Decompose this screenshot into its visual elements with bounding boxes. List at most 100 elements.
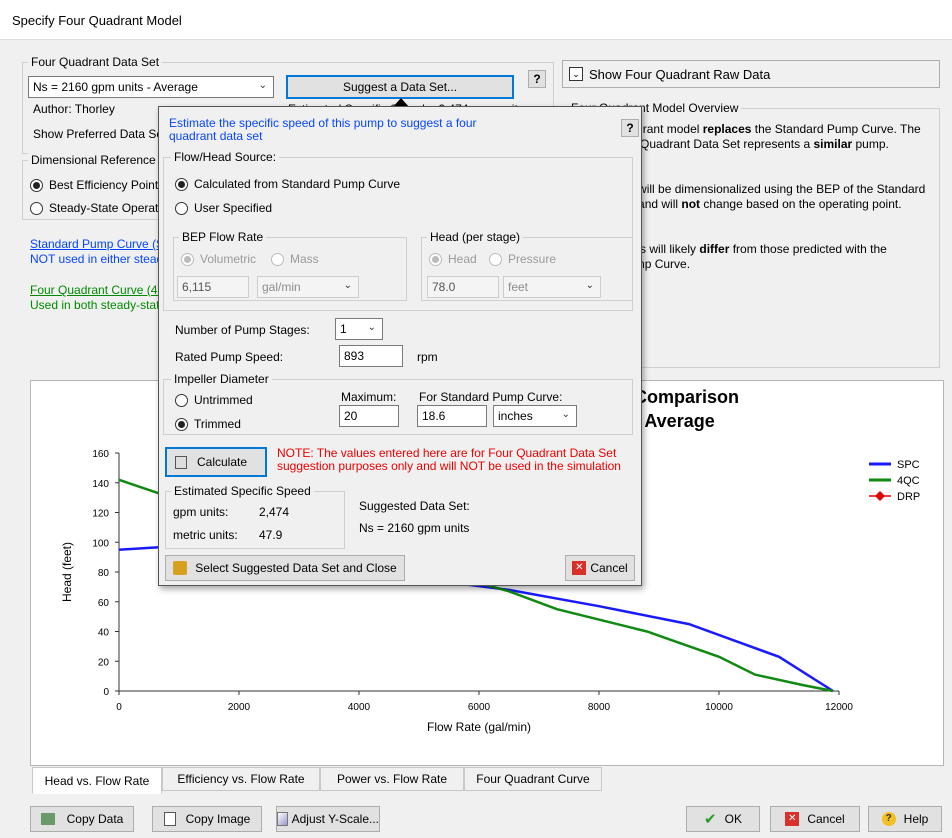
x-tick-label: 0 <box>116 702 122 713</box>
x-tick-label: 6000 <box>468 702 491 713</box>
ok-button[interactable]: ✔ OK <box>686 806 760 832</box>
speed-label: Rated Pump Speed: <box>175 350 284 364</box>
close-icon: ✕ <box>572 561 587 575</box>
y-tick-label: 60 <box>98 598 110 609</box>
max-diameter-input[interactable]: 20 <box>339 405 399 427</box>
ok-label: OK <box>724 812 742 826</box>
data-set-select-value: Ns = 2160 gpm units - Average <box>33 80 198 94</box>
suggest-data-set-dialog: Estimate the specific speed of this pump… <box>158 106 642 586</box>
window-title: Specify Four Quadrant Model <box>12 13 182 28</box>
stages-value: 1 <box>340 322 347 336</box>
speed-input[interactable]: 893 <box>339 345 403 367</box>
overview-bold: not <box>681 197 701 211</box>
tab-four-quadrant[interactable]: Four Quadrant Curve <box>464 767 602 791</box>
help-icon: ? <box>881 812 896 826</box>
y-tick-label: 20 <box>98 657 110 668</box>
adjust-y-scale-label: Adjust Y-Scale... <box>291 812 379 826</box>
volumetric-radio[interactable]: Volumetric <box>181 252 256 266</box>
head-input[interactable]: 78.0 <box>427 276 499 298</box>
trimmed-radio[interactable]: Trimmed <box>175 417 241 431</box>
x-tick-label: 12000 <box>825 702 853 713</box>
impeller-label: Impeller Diameter <box>171 372 272 386</box>
select-suggested-label: Select Suggested Data Set and Close <box>195 561 397 575</box>
help-icon[interactable]: ? <box>528 70 546 88</box>
close-icon: ✕ <box>785 812 800 826</box>
suggested-value: Ns = 2160 gpm units <box>359 521 470 535</box>
metric-value: 47.9 <box>259 528 283 542</box>
help-label: Help <box>903 812 929 826</box>
head-unit-select[interactable]: feet ⌄ <box>503 276 601 298</box>
window-title-bar: Specify Four Quadrant Model <box>0 0 952 40</box>
bep-radio[interactable]: Best Efficiency Point <box>30 178 158 192</box>
bep-flow-unit-select[interactable]: gal/min ⌄ <box>257 276 359 298</box>
head-label: Head (per stage) <box>427 230 524 244</box>
calculated-radio[interactable]: Calculated from Standard Pump Curve <box>175 177 400 191</box>
copy-data-button[interactable]: Copy Data <box>30 806 134 832</box>
legend-label-drp: DRP <box>897 491 920 503</box>
trimmed-radio-label: Trimmed <box>194 417 241 431</box>
data-set-select[interactable]: Ns = 2160 gpm units - Average ⌄ <box>28 76 274 98</box>
y-tick-label: 80 <box>98 568 110 579</box>
gpm-value: 2,474 <box>259 505 290 519</box>
user-specified-radio-label: User Specified <box>194 201 273 215</box>
select-suggested-button[interactable]: Select Suggested Data Set and Close <box>165 555 405 581</box>
untrimmed-radio-label: Untrimmed <box>194 393 253 407</box>
dimensional-reference-label: Dimensional Reference <box>28 153 159 167</box>
bep-flow-unit-value: gal/min <box>262 280 301 294</box>
author-label: Author: Thorley <box>33 102 115 116</box>
std-diameter-input[interactable]: 18.6 <box>417 405 487 427</box>
user-specified-radio[interactable]: User Specified <box>175 201 272 215</box>
x-tick-label: 2000 <box>228 702 251 713</box>
legend-label-4qc: 4QC <box>897 475 920 487</box>
adjust-y-scale-button[interactable]: Adjust Y-Scale... <box>276 806 380 832</box>
tab-power-flow[interactable]: Power vs. Flow Rate <box>320 767 464 791</box>
pressure-radio[interactable]: Pressure <box>489 252 556 266</box>
show-raw-data-toggle[interactable]: ⌄ Show Four Quadrant Raw Data <box>562 60 940 88</box>
chevron-down-icon: ⌄ <box>569 67 583 81</box>
dialog-cancel-button[interactable]: ✕ Cancel <box>565 555 635 581</box>
mass-radio[interactable]: Mass <box>271 252 319 266</box>
copy-image-button[interactable]: Copy Image <box>152 806 262 832</box>
y-tick-label: 120 <box>92 509 109 520</box>
max-label: Maximum: <box>341 390 397 404</box>
tab-efficiency-flow[interactable]: Efficiency vs. Flow Rate <box>162 767 320 791</box>
calculate-button[interactable]: Calculate <box>165 447 267 477</box>
cancel-button[interactable]: ✕ Cancel <box>770 806 860 832</box>
note-text: NOTE: The values entered here are for Fo… <box>277 446 621 473</box>
chart-scale-icon <box>277 812 288 826</box>
speed-unit: rpm <box>417 350 438 364</box>
head-radio[interactable]: Head <box>429 252 477 266</box>
copy-data-label: Copy Data <box>66 812 124 826</box>
fqc-link[interactable]: Four Quadrant Curve (4QC) <box>30 283 179 297</box>
chevron-down-icon: ⌄ <box>343 280 352 291</box>
tab-head-flow[interactable]: Head vs. Flow Rate <box>32 767 162 794</box>
diameter-unit-select[interactable]: inches ⌄ <box>493 405 577 427</box>
y-tick-label: 100 <box>92 538 109 549</box>
y-tick-label: 160 <box>92 449 109 460</box>
x-axis-label: Flow Rate (gal/min) <box>427 720 531 734</box>
data-set-group-label: Four Quadrant Data Set <box>28 55 163 69</box>
untrimmed-radio[interactable]: Untrimmed <box>175 393 253 407</box>
help-button[interactable]: ? Help <box>868 806 942 832</box>
x-tick-label: 8000 <box>588 702 611 713</box>
head-radio-label: Head <box>448 252 477 266</box>
bep-flow-label: BEP Flow Rate <box>179 230 267 244</box>
diameter-unit-value: inches <box>498 409 533 423</box>
legend-label-spc: SPC <box>897 459 920 471</box>
mass-radio-label: Mass <box>290 252 319 266</box>
cancel-label: Cancel <box>807 812 845 826</box>
copy-image-label: Copy Image <box>185 812 251 826</box>
suggest-data-set-button[interactable]: Suggest a Data Set... <box>286 75 514 99</box>
x-tick-label: 4000 <box>348 702 371 713</box>
overview-bold: replaces <box>702 122 752 136</box>
overview-text: change based on the operating point. <box>700 197 902 211</box>
bep-flow-input[interactable]: 6,115 <box>177 276 249 298</box>
calculator-icon <box>175 455 187 469</box>
y-tick-label: 140 <box>92 479 109 490</box>
show-preferred-label: Show Preferred Data Sets <box>33 127 173 141</box>
calculate-label: Calculate <box>197 455 248 469</box>
checkmark-icon: ✔ <box>704 811 717 828</box>
metric-label: metric units: <box>173 528 238 542</box>
stages-select[interactable]: 1 ⌄ <box>335 318 383 340</box>
help-icon[interactable]: ? <box>621 119 639 137</box>
